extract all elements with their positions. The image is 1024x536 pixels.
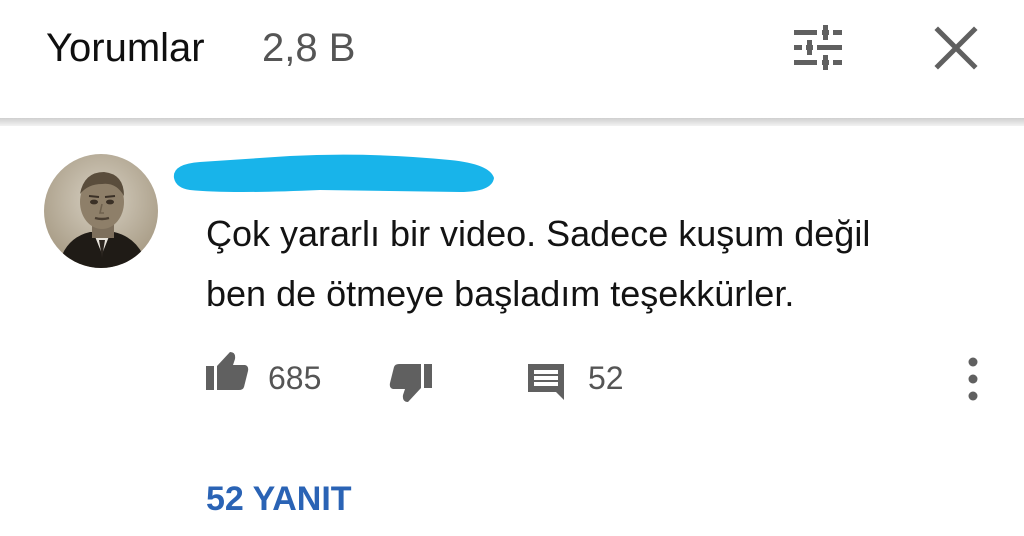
view-replies-link[interactable]: 52 YANIT (206, 480, 352, 519)
like-count: 685 (268, 360, 322, 396)
comment-line-2: ben de ötmeye başladım teşekkürler. (206, 273, 795, 314)
comment-text: Çok yararlı bir video. Sadece kuşum deği… (206, 204, 966, 324)
comments-header: Yorumlar 2,8 B (0, 0, 1024, 118)
redacted-author-name (170, 150, 496, 196)
close-icon[interactable] (934, 26, 978, 70)
reply-comment-icon[interactable] (526, 362, 566, 400)
avatar[interactable] (44, 154, 158, 268)
thumbs-up-icon[interactable] (204, 350, 250, 392)
comments-title: Yorumlar (46, 26, 205, 70)
thumbs-down-icon[interactable] (388, 362, 434, 404)
comment-line-1: Çok yararlı bir video. Sadece kuşum deği… (206, 213, 871, 254)
sort-sliders-icon[interactable] (790, 24, 846, 72)
more-vert-icon[interactable] (960, 356, 986, 402)
reply-count: 52 (588, 360, 624, 396)
header-divider (0, 118, 1024, 126)
comments-count: 2,8 B (262, 26, 356, 70)
